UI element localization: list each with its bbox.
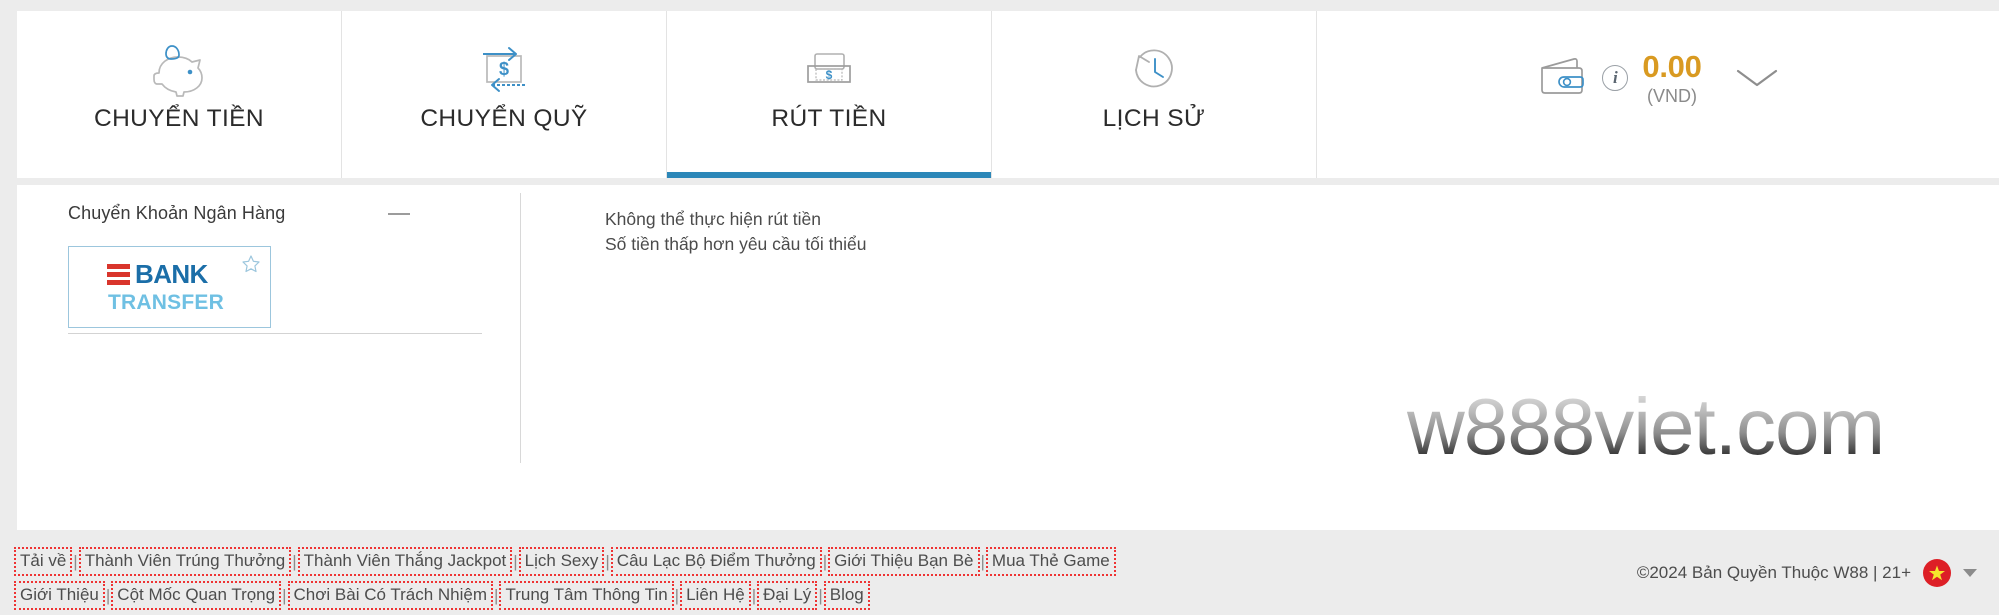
footer-link-row: Tải về | Thành Viên Trúng Thưởng | Thành Viê… — [14, 547, 1314, 581]
tab-lich-su[interactable]: LỊCH SỬ — [992, 11, 1317, 178]
svg-text:$: $ — [499, 59, 509, 79]
page-footer: Tải về | Thành Viên Trúng Thưởng | Thành Viê… — [0, 537, 1999, 615]
error-line-1: Không thể thực hiện rút tiền — [605, 209, 822, 229]
piggy-bank-icon — [149, 39, 209, 101]
footer-link[interactable]: Câu Lạc Bộ Điểm Thưởng — [610, 547, 822, 577]
error-line-2: Số tiền thấp hơn yêu cầu tối thiểu — [605, 234, 867, 255]
withdraw-cash-icon: $ — [799, 39, 859, 101]
svg-text:$: $ — [826, 68, 833, 82]
footer-link[interactable]: Tải về — [14, 547, 73, 577]
balance-block: 0.00 (VND) — [1642, 51, 1701, 105]
logo-line2: TRANSFER — [108, 291, 224, 314]
footer-link[interactable]: Lịch Sexy — [518, 547, 605, 577]
tab-label: CHUYỂN TIỀN — [93, 105, 265, 132]
tab-label: RÚT TIỀN — [771, 105, 887, 132]
footer-link[interactable]: Cột Mốc Quan Trọng — [111, 581, 282, 611]
footer-link-row: Giới Thiệu | Cột Mốc Quan Trọng | Chơi Bài C… — [14, 581, 1314, 615]
payment-method-panel: Chuyển Khoản Ngân Hàng BANK TRANSFER — [51, 193, 521, 463]
tab-label: CHUYỂN QUỸ — [420, 105, 588, 132]
footer-link[interactable]: Blog — [823, 581, 870, 611]
bank-transfer-logo: BANK TRANSFER — [107, 259, 224, 315]
footer-link[interactable]: Thành Viên Trúng Thưởng — [78, 547, 292, 577]
withdrawal-error-message: Không thể thực hiện rút tiền Số tiền thấ… — [605, 207, 867, 258]
payment-method-title: Chuyển Khoản Ngân Hàng — [68, 203, 286, 223]
transfer-funds-icon: $ — [475, 39, 533, 101]
history-clock-icon — [1126, 39, 1182, 101]
minus-icon[interactable] — [388, 212, 410, 215]
logo-bars-icon — [107, 264, 131, 285]
star-outline-icon[interactable] — [241, 254, 261, 279]
footer-copyright-area: ©2024 Bản Quyền Thuộc W88 | 21+ — [1637, 559, 1977, 587]
balance-amount: 0.00 — [1642, 48, 1702, 84]
footer-link[interactable]: Giới Thiệu Bạn Bè — [828, 547, 980, 577]
top-tab-bar: CHUYỂN TIỀN $ CHUYỂN QUỸ $ RÚT TIỀN LỊCH… — [17, 11, 1999, 178]
footer-link[interactable]: Liên Hệ — [680, 581, 751, 611]
tab-rut-tien[interactable]: $ RÚT TIỀN — [667, 11, 992, 178]
footer-link[interactable]: Chơi Bài Có Trách Nhiệm — [287, 581, 494, 611]
main-content-panel: Chuyển Khoản Ngân Hàng BANK TRANSFER Khô… — [17, 185, 1999, 530]
info-icon[interactable]: i — [1602, 64, 1629, 91]
panel-divider — [68, 333, 482, 334]
caret-down-icon[interactable] — [1963, 569, 1977, 577]
balance-currency: (VND) — [1646, 85, 1697, 106]
tab-chuyen-tien[interactable]: CHUYỂN TIỀN — [17, 11, 342, 178]
copyright-text: ©2024 Bản Quyền Thuộc W88 | 21+ — [1636, 563, 1911, 582]
chevron-down-icon[interactable] — [1734, 66, 1780, 90]
logo-line1: BANK — [135, 259, 208, 289]
footer-link[interactable]: Đại Lý — [757, 581, 818, 611]
vietnam-flag-icon[interactable] — [1923, 559, 1951, 587]
wallet-balance-area[interactable]: i 0.00 (VND) — [1317, 11, 1999, 178]
site-watermark: w888viet.com — [1407, 382, 1885, 471]
footer-link[interactable]: Thành Viên Thắng Jackpot — [297, 547, 513, 577]
footer-link[interactable]: Mua Thẻ Game — [985, 547, 1116, 577]
footer-links: Tải về | Thành Viên Trúng Thưởng | Thành Viê… — [14, 547, 1314, 615]
footer-link[interactable]: Giới Thiệu — [14, 581, 105, 611]
tab-chuyen-quy[interactable]: $ CHUYỂN QUỸ — [342, 11, 667, 178]
payment-method-header[interactable]: Chuyển Khoản Ngân Hàng — [51, 193, 496, 224]
wallet-icon — [1536, 54, 1588, 101]
tab-label: LỊCH SỬ — [1102, 105, 1206, 132]
footer-link[interactable]: Trung Tâm Thông Tin — [499, 581, 674, 611]
page-root: CHUYỂN TIỀN $ CHUYỂN QUỸ $ RÚT TIỀN LỊCH… — [0, 0, 1999, 615]
bank-transfer-option[interactable]: BANK TRANSFER — [68, 246, 271, 328]
